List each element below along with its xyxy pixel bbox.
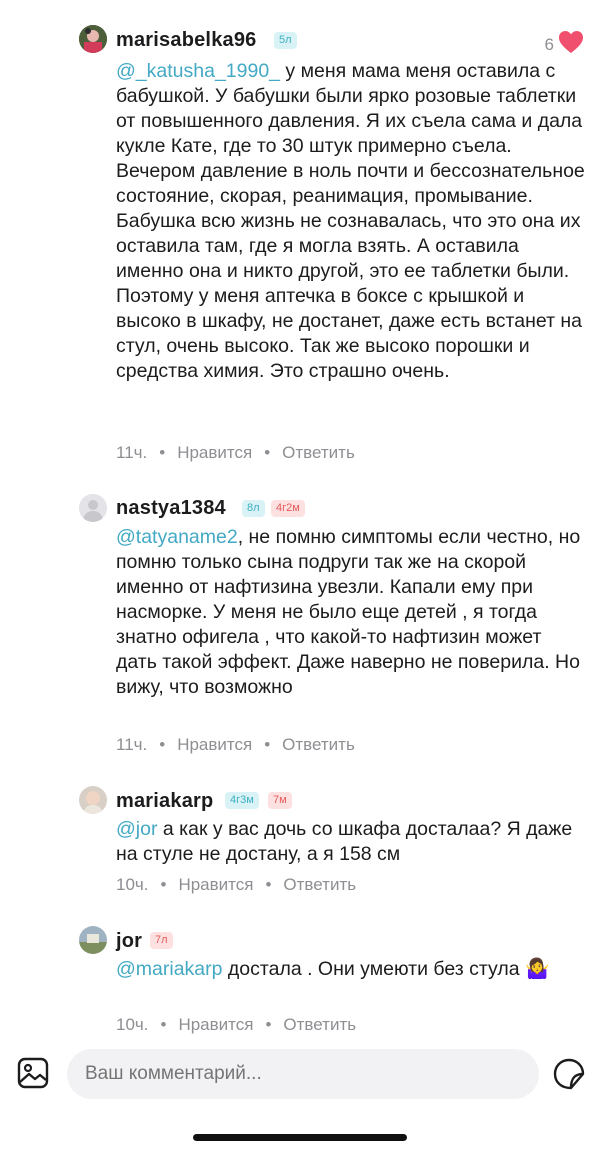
like-button[interactable]: Нравится bbox=[178, 875, 253, 895]
badge-child-age: 4г2м bbox=[271, 500, 305, 517]
avatar[interactable] bbox=[79, 786, 107, 814]
comment-body: у меня мама меня оставила с бабушкой. У … bbox=[116, 60, 585, 382]
badge-age: 4г3м bbox=[225, 792, 259, 809]
comment-body: а как у вас дочь со шкафа досталаа? Я да… bbox=[116, 818, 573, 865]
comment-meta: 11ч. • Нравится • Ответить bbox=[116, 735, 355, 755]
reply-button[interactable]: Ответить bbox=[283, 875, 356, 895]
comment-text: @mariakarp достала . Они умеюти без стул… bbox=[116, 957, 586, 982]
sticker-icon[interactable] bbox=[551, 1056, 587, 1092]
comment-input-bar bbox=[0, 1045, 600, 1105]
comment-meta: 11ч. • Нравится • Ответить bbox=[116, 443, 355, 463]
heart-icon[interactable] bbox=[558, 30, 584, 59]
username[interactable]: jor bbox=[116, 930, 142, 953]
mention-link[interactable]: @_katusha_1990_ bbox=[116, 60, 280, 82]
like-button[interactable]: Нравится bbox=[177, 443, 252, 463]
badge-child-age: 7м bbox=[268, 792, 292, 809]
username[interactable]: mariakarp bbox=[116, 790, 213, 813]
comment-text: @jor а как у вас дочь со шкафа досталаа?… bbox=[116, 817, 586, 867]
username[interactable]: marisabelka96 bbox=[116, 29, 256, 52]
badge-child-age: 7л bbox=[150, 932, 173, 949]
badge-age: 5л bbox=[274, 32, 297, 49]
like-button[interactable]: Нравится bbox=[177, 735, 252, 755]
comment-meta: 10ч. • Нравится • Ответить bbox=[116, 875, 357, 895]
timestamp: 10ч. bbox=[116, 1015, 149, 1034]
avatar[interactable] bbox=[79, 494, 107, 522]
badge-age: 8л bbox=[242, 500, 265, 517]
like-button[interactable]: Нравится bbox=[178, 1015, 253, 1035]
timestamp: 11ч. bbox=[116, 443, 148, 462]
like-count: 6 bbox=[544, 34, 554, 54]
avatar[interactable] bbox=[79, 25, 107, 53]
reply-button[interactable]: Ответить bbox=[282, 443, 355, 463]
mention-link[interactable]: @mariakarp bbox=[116, 958, 223, 980]
comment-body: , не помню симптомы если честно, но помн… bbox=[116, 526, 581, 698]
home-indicator bbox=[193, 1134, 407, 1141]
comment-meta: 10ч. • Нравится • Ответить bbox=[116, 1015, 357, 1035]
mention-link[interactable]: @jor bbox=[116, 818, 157, 840]
avatar[interactable] bbox=[79, 926, 107, 954]
like-box[interactable]: 6 bbox=[545, 30, 584, 59]
image-icon[interactable] bbox=[16, 1056, 50, 1090]
comment-input[interactable] bbox=[67, 1049, 539, 1099]
username[interactable]: nastya1384 bbox=[116, 497, 226, 520]
comment-body: достала . Они умеюти без стула 🤷‍♀️ bbox=[222, 958, 550, 980]
timestamp: 10ч. bbox=[116, 875, 149, 894]
mention-link[interactable]: @tatyaname2 bbox=[116, 526, 238, 548]
timestamp: 11ч. bbox=[116, 735, 148, 754]
reply-button[interactable]: Ответить bbox=[282, 735, 355, 755]
reply-button[interactable]: Ответить bbox=[283, 1015, 356, 1035]
comment-text: @_katusha_1990_ у меня мама меня оставил… bbox=[116, 59, 586, 384]
comment-text: @tatyaname2, не помню симптомы если чест… bbox=[116, 525, 586, 700]
